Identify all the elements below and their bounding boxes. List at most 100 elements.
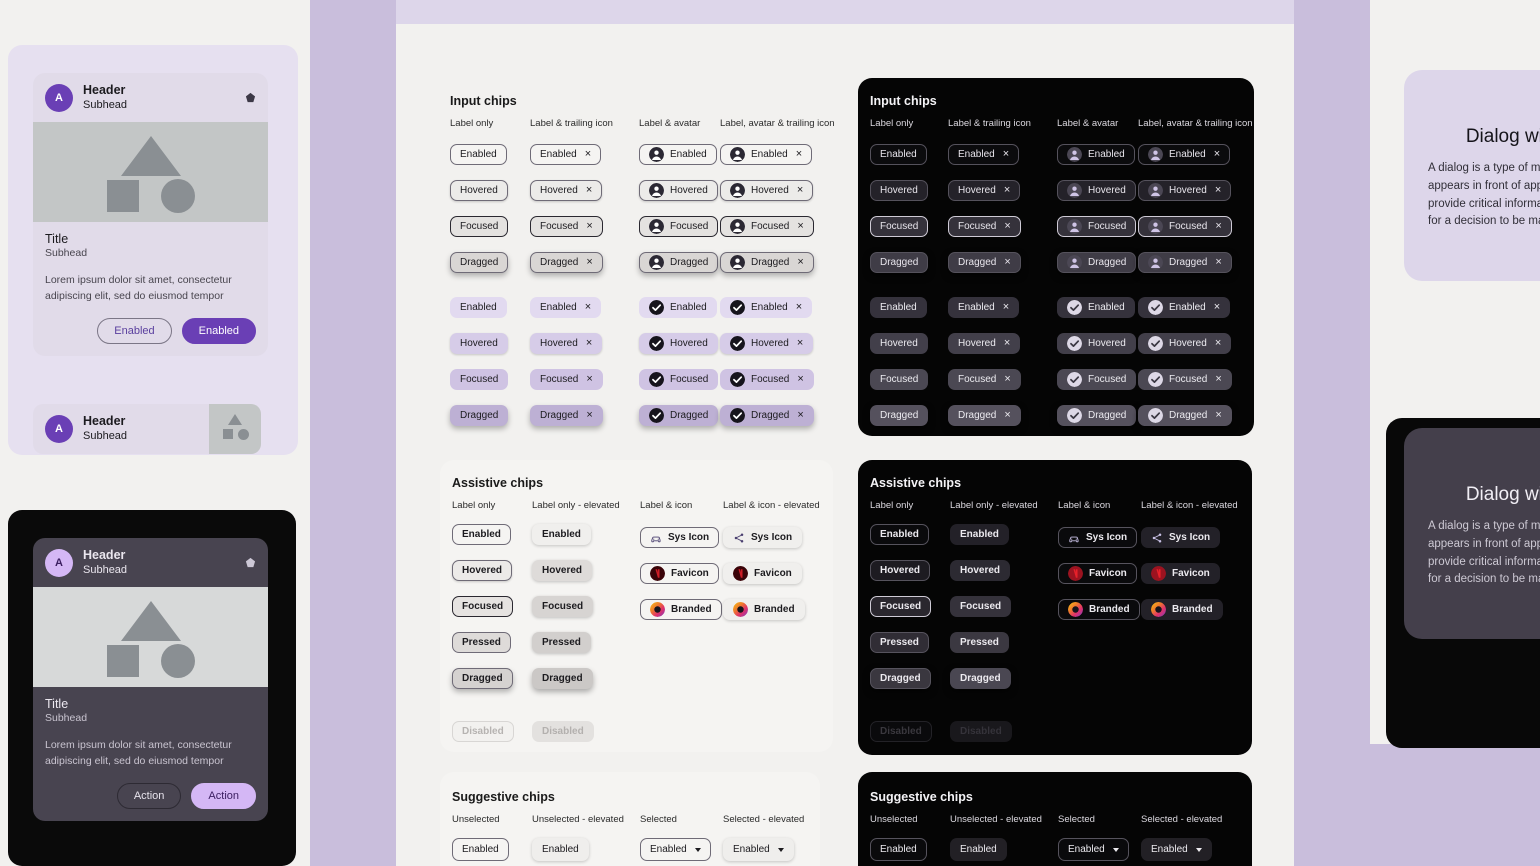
close-icon[interactable]: × — [586, 257, 592, 268]
close-icon[interactable]: × — [797, 185, 803, 196]
assistive-chip-elevated[interactable]: Hovered — [950, 560, 1011, 581]
assistive-chip-elevated[interactable]: Pressed — [950, 632, 1009, 653]
input-chip-label-only[interactable]: Focused — [450, 216, 509, 237]
close-icon[interactable]: × — [797, 338, 803, 349]
input-chip-selected-check-trailing[interactable]: Hovered × — [720, 333, 814, 354]
assistive-chip-elevated[interactable]: Enabled — [532, 524, 591, 545]
close-icon[interactable]: × — [1004, 221, 1010, 232]
close-icon[interactable]: × — [1214, 302, 1220, 313]
input-chip-selected-label-only[interactable]: Hovered — [870, 333, 928, 354]
input-chip-trailing-icon[interactable]: Hovered × — [530, 180, 603, 201]
input-chip-selected-trailing-icon[interactable]: Focused × — [530, 369, 603, 390]
assistive-chip-label-only[interactable]: Focused — [452, 596, 514, 617]
close-icon[interactable]: × — [585, 149, 591, 160]
input-chip-label-only[interactable]: Enabled — [450, 144, 507, 165]
input-chip-avatar[interactable]: Hovered — [1057, 180, 1136, 201]
assistive-chip-elevated[interactable]: Hovered — [532, 560, 593, 581]
assistive-chip-elevated[interactable]: Focused — [532, 596, 594, 617]
assistive-chip-label-only[interactable]: Disabled — [870, 721, 932, 742]
input-chip-selected-check-trailing[interactable]: Focused × — [720, 369, 814, 390]
suggestive-chip-unselected[interactable]: Enabled — [452, 838, 509, 861]
close-icon[interactable]: × — [586, 185, 592, 196]
input-chip-trailing-icon[interactable]: Enabled × — [948, 144, 1020, 165]
close-icon[interactable]: × — [1215, 374, 1221, 385]
close-icon[interactable]: × — [586, 338, 592, 349]
card-light-compact[interactable]: A Header Subhead — [33, 404, 261, 454]
input-chip-avatar-trailing[interactable]: Enabled × — [1138, 144, 1231, 165]
close-icon[interactable]: × — [1003, 149, 1009, 160]
input-chip-selected-trailing-icon[interactable]: Dragged × — [530, 405, 603, 426]
input-chip-selected-label-only[interactable]: Focused — [450, 369, 509, 390]
assistive-chip-label-only[interactable]: Hovered — [870, 560, 931, 581]
assistive-chip-label-only[interactable]: Disabled — [452, 721, 514, 742]
assistive-chip-label-only[interactable]: Enabled — [452, 524, 511, 545]
input-chip-selected-check[interactable]: Focused — [639, 369, 719, 390]
input-chip-selected-trailing-icon[interactable]: Dragged × — [948, 405, 1021, 426]
input-chip-selected-label-only[interactable]: Enabled — [450, 297, 507, 318]
input-chip-trailing-icon[interactable]: Hovered × — [948, 180, 1021, 201]
close-icon[interactable]: × — [1004, 374, 1010, 385]
input-chip-avatar[interactable]: Enabled — [639, 144, 717, 165]
assistive-chip-icon-elevated[interactable]: Sys Icon — [1141, 527, 1221, 548]
assistive-chip-icon-elevated[interactable]: Favicon — [1141, 563, 1220, 584]
input-chip-selected-label-only[interactable]: Hovered — [450, 333, 508, 354]
suggestive-chip-selected[interactable]: Enabled — [1058, 838, 1129, 861]
input-chip-selected-label-only[interactable]: Dragged — [870, 405, 929, 426]
input-chip-selected-check-trailing[interactable]: Enabled × — [720, 297, 813, 318]
chevron-down-icon[interactable] — [1112, 847, 1119, 852]
assistive-chip-label-only[interactable]: Focused — [870, 596, 932, 617]
input-chip-label-only[interactable]: Hovered — [450, 180, 508, 201]
assistive-chip-label-only[interactable]: Hovered — [452, 560, 513, 581]
assistive-chip-icon[interactable]: Favicon — [1058, 563, 1137, 584]
close-icon[interactable]: × — [1215, 185, 1221, 196]
assistive-chip-icon-elevated[interactable]: Branded — [1141, 599, 1223, 620]
input-chip-trailing-icon[interactable]: Focused × — [530, 216, 603, 237]
close-icon[interactable]: × — [1004, 257, 1010, 268]
close-icon[interactable]: × — [797, 410, 803, 421]
close-icon[interactable]: × — [1215, 257, 1221, 268]
input-chip-selected-check[interactable]: Enabled — [639, 297, 717, 318]
assistive-chip-elevated[interactable]: Disabled — [532, 721, 594, 742]
assistive-chip-elevated[interactable]: Focused — [950, 596, 1012, 617]
assistive-chip-icon[interactable]: Favicon — [640, 563, 719, 584]
input-chip-selected-trailing-icon[interactable]: Enabled × — [530, 297, 602, 318]
input-chip-selected-check[interactable]: Focused — [1057, 369, 1137, 390]
assistive-chip-label-only[interactable]: Pressed — [870, 632, 929, 653]
chevron-down-icon[interactable] — [1195, 847, 1202, 852]
input-chip-avatar-trailing[interactable]: Focused × — [1138, 216, 1232, 237]
pentagon-icon[interactable] — [245, 557, 256, 568]
input-chip-avatar[interactable]: Enabled — [1057, 144, 1135, 165]
input-chip-avatar[interactable]: Hovered — [639, 180, 718, 201]
input-chip-avatar[interactable]: Dragged — [1057, 252, 1137, 273]
card-primary-button[interactable]: Action — [191, 782, 256, 809]
close-icon[interactable]: × — [1215, 221, 1221, 232]
input-chip-avatar[interactable]: Dragged — [639, 252, 719, 273]
pentagon-icon[interactable] — [245, 92, 256, 103]
chevron-down-icon[interactable] — [694, 847, 701, 852]
input-chip-avatar[interactable]: Focused — [1057, 216, 1137, 237]
input-chip-trailing-icon[interactable]: Dragged × — [530, 252, 603, 273]
suggestive-chip-selected-elevated[interactable]: Enabled — [723, 838, 794, 861]
close-icon[interactable]: × — [796, 302, 802, 313]
input-chip-selected-check-trailing[interactable]: Dragged × — [1138, 405, 1232, 426]
close-icon[interactable]: × — [797, 257, 803, 268]
assistive-chip-icon[interactable]: Branded — [640, 599, 722, 620]
close-icon[interactable]: × — [585, 302, 591, 313]
input-chip-selected-check-trailing[interactable]: Enabled × — [1138, 297, 1231, 318]
assistive-chip-icon-elevated[interactable]: Branded — [723, 599, 805, 620]
input-chip-trailing-icon[interactable]: Dragged × — [948, 252, 1021, 273]
close-icon[interactable]: × — [797, 221, 803, 232]
close-icon[interactable]: × — [797, 374, 803, 385]
input-chip-avatar-trailing[interactable]: Hovered × — [1138, 180, 1232, 201]
input-chip-label-only[interactable]: Dragged — [450, 252, 509, 273]
assistive-chip-elevated[interactable]: Disabled — [950, 721, 1012, 742]
card-dark-hero[interactable]: A Header Subhead Title Subhead Lorem ips… — [33, 538, 268, 821]
card-secondary-button[interactable]: Enabled — [97, 317, 172, 344]
assistive-chip-label-only[interactable]: Dragged — [452, 668, 513, 689]
assistive-chip-icon[interactable]: Sys Icon — [1058, 527, 1138, 548]
input-chip-selected-label-only[interactable]: Dragged — [450, 405, 509, 426]
input-chip-selected-trailing-icon[interactable]: Focused × — [948, 369, 1021, 390]
input-chip-avatar-trailing[interactable]: Hovered × — [720, 180, 814, 201]
suggestive-chip-selected[interactable]: Enabled — [640, 838, 711, 861]
assistive-chip-icon-elevated[interactable]: Sys Icon — [723, 527, 803, 548]
